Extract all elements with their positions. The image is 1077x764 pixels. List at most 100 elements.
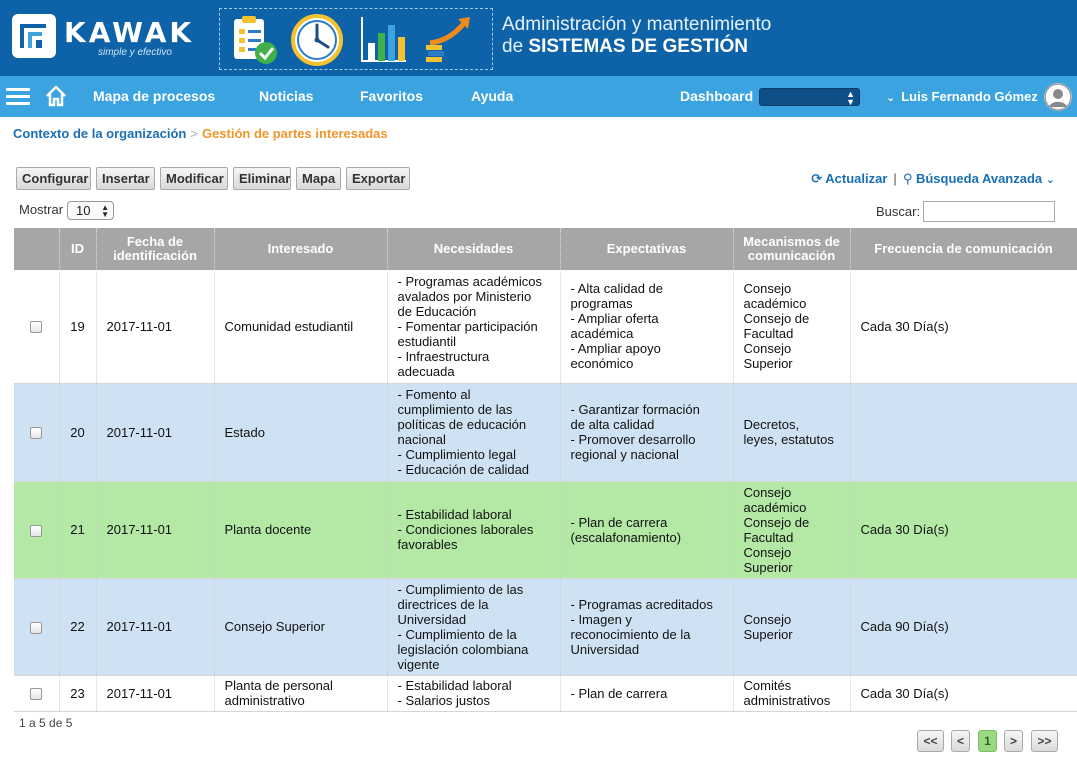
- row-checkbox[interactable]: [30, 688, 43, 701]
- needs-line: - Cumplimiento legal: [397, 447, 517, 462]
- mechanisms-line: Consejo: [743, 544, 792, 560]
- table-row[interactable]: 19 2017-11-01 Comunidad estudiantil - Progr…: [14, 270, 1077, 384]
- clock-icon: [291, 14, 343, 66]
- pager-prev-button[interactable]: <: [951, 730, 970, 752]
- row-checkbox[interactable]: [30, 524, 43, 537]
- cell-needs: - Estabilidad laboral - Salarios justos: [387, 675, 561, 712]
- needs-line: - Infraestructura: [397, 348, 490, 364]
- cell-frequency: [850, 383, 1077, 482]
- expectations-line: (escalafonamiento): [570, 529, 682, 545]
- link-divider: |: [893, 171, 897, 186]
- mechanisms-line: Consejo: [743, 611, 792, 627]
- nav-mapa-de-procesos[interactable]: Mapa de procesos: [93, 76, 215, 117]
- brand-name: KAWAK: [64, 16, 195, 49]
- refresh-icon: ⟳: [811, 171, 823, 186]
- pager-first-button[interactable]: <<: [917, 730, 944, 752]
- row-checkbox-cell: [14, 481, 60, 579]
- expectations-line: académica: [570, 326, 634, 342]
- needs-line: legislación colombiana: [397, 641, 529, 657]
- expectations-line: - Ampliar oferta: [570, 311, 659, 327]
- row-checkbox-cell: [14, 675, 60, 712]
- dashboard-select[interactable]: ▲ ▼: [759, 88, 860, 107]
- needs-line: adecuada: [397, 363, 455, 379]
- show-entries-value: 10: [76, 203, 91, 218]
- header-necesidades[interactable]: Necesidades: [387, 228, 561, 270]
- search-input[interactable]: [923, 201, 1055, 222]
- header-fecha[interactable]: Fecha de identificación: [96, 228, 215, 270]
- search-icon: ⚲: [902, 171, 913, 186]
- needs-line: - Cumplimiento de las: [397, 581, 524, 597]
- insertar-button[interactable]: Insertar: [96, 167, 155, 190]
- cell-date: 2017-11-01: [96, 481, 215, 579]
- header-id[interactable]: ID: [59, 228, 97, 270]
- exportar-button[interactable]: Exportar: [346, 167, 410, 190]
- needs-line: directrices de la: [397, 596, 489, 612]
- expectations-line: - Alta calidad de: [570, 281, 664, 297]
- expectations-line: regional y nacional: [570, 447, 679, 462]
- mapa-button[interactable]: Mapa: [296, 167, 341, 190]
- needs-line: - Fomento al: [397, 387, 471, 402]
- breadcrumb-parent[interactable]: Contexto de la organización: [13, 126, 186, 141]
- needs-line: vigente: [397, 656, 440, 672]
- user-menu[interactable]: ⌄ Luis Fernando Gómez: [886, 76, 1038, 117]
- cell-mechanisms: Consejo académico Consejo de Facultad Consej…: [733, 481, 851, 579]
- nav-favoritos[interactable]: Favoritos: [360, 76, 423, 117]
- needs-line: estudiantil: [397, 333, 457, 349]
- nav-noticias[interactable]: Noticias: [259, 76, 313, 117]
- search-label: Buscar:: [876, 204, 921, 219]
- table-row[interactable]: 23 2017-11-01 Planta de personal administr…: [14, 675, 1077, 712]
- user-avatar-icon[interactable]: [1044, 83, 1072, 111]
- configurar-button[interactable]: Configurar: [16, 167, 91, 190]
- mechanisms-line: leyes, estatutos: [743, 432, 834, 447]
- header-frecuencia[interactable]: Frecuencia de comunicación: [850, 228, 1077, 270]
- advanced-search-link[interactable]: ⚲ Búsqueda Avanzada ⌄: [903, 171, 1055, 186]
- modificar-button[interactable]: Modificar: [160, 167, 228, 190]
- cell-needs: - Cumplimiento de las directrices de la Un…: [387, 578, 561, 676]
- cell-frequency: Cada 90 Día(s): [850, 578, 1077, 676]
- header-mecanismos[interactable]: Mecanismos de comunicación: [733, 228, 851, 270]
- kawak-logo[interactable]: KAWAK simple y efectivo: [8, 12, 212, 60]
- row-checkbox[interactable]: [30, 321, 43, 334]
- show-entries-select[interactable]: 10 ▲ ▼: [67, 201, 114, 220]
- pager-last-button[interactable]: >>: [1031, 730, 1058, 752]
- hamburger-menu-icon[interactable]: [6, 88, 30, 105]
- pager-page-button[interactable]: 1: [978, 730, 997, 752]
- header-interesado[interactable]: Interesado: [214, 228, 388, 270]
- expectations-line: - Imagen y: [570, 611, 632, 627]
- needs-line: - Programas académicos: [397, 273, 543, 289]
- expectations-line: programas: [570, 296, 633, 312]
- row-checkbox-cell: [14, 578, 60, 676]
- row-checkbox[interactable]: [30, 621, 43, 634]
- pager-next-button[interactable]: >: [1004, 730, 1023, 752]
- banner-title-bold: SISTEMAS DE GESTIÓN: [528, 36, 749, 57]
- cell-stakeholder: Consejo Superior: [214, 578, 388, 676]
- cell-needs: - Programas académicos avalados por Minis…: [387, 270, 561, 384]
- table-row[interactable]: 22 2017-11-01 Consejo Superior - Cumplimien…: [14, 578, 1077, 676]
- table-links: ⟳ Actualizar | ⚲ Búsqueda Avanzada ⌄: [811, 171, 1055, 187]
- cell-date: 2017-11-01: [96, 383, 215, 482]
- table-row[interactable]: 21 2017-11-01 Planta docente - Estabilidad …: [14, 481, 1077, 579]
- mechanisms-line: Decretos,: [743, 417, 800, 432]
- cell-frequency: Cada 30 Día(s): [850, 270, 1077, 384]
- cell-expectations: - Garantizar formación de alta calidad - P…: [560, 383, 734, 482]
- row-checkbox[interactable]: [30, 427, 43, 440]
- refresh-link[interactable]: ⟳ Actualizar: [811, 171, 887, 186]
- records-count: 1 a 5 de 5: [19, 716, 73, 730]
- stakeholders-table: ID Fecha de identificación Interesado Ne…: [14, 228, 1077, 712]
- cell-expectations: - Programas acreditados - Imagen y reconoc…: [560, 578, 734, 676]
- eliminar-button[interactable]: Eliminar: [233, 167, 291, 190]
- header-expectativas[interactable]: Expectativas: [560, 228, 734, 270]
- home-icon[interactable]: [44, 84, 68, 108]
- growth-arrow-icon: [426, 17, 470, 62]
- cell-stakeholder: Comunidad estudiantil: [214, 270, 388, 384]
- table-row[interactable]: 20 2017-11-01 Estado - Fomento al cumplimien…: [14, 383, 1077, 482]
- cell-mechanisms: Comités administrativos: [733, 675, 851, 712]
- nav-ayuda[interactable]: Ayuda: [471, 76, 513, 117]
- cell-needs: - Fomento al cumplimiento de las políticas…: [387, 383, 561, 482]
- cell-id: 19: [59, 270, 97, 384]
- mechanisms-line: Facultad: [743, 326, 794, 342]
- cell-stakeholder: Planta docente: [214, 481, 388, 579]
- breadcrumb-current: Gestión de partes interesadas: [201, 126, 388, 141]
- needs-line: - Educación de calidad: [397, 462, 530, 477]
- cell-frequency: Cada 30 Día(s): [850, 481, 1077, 579]
